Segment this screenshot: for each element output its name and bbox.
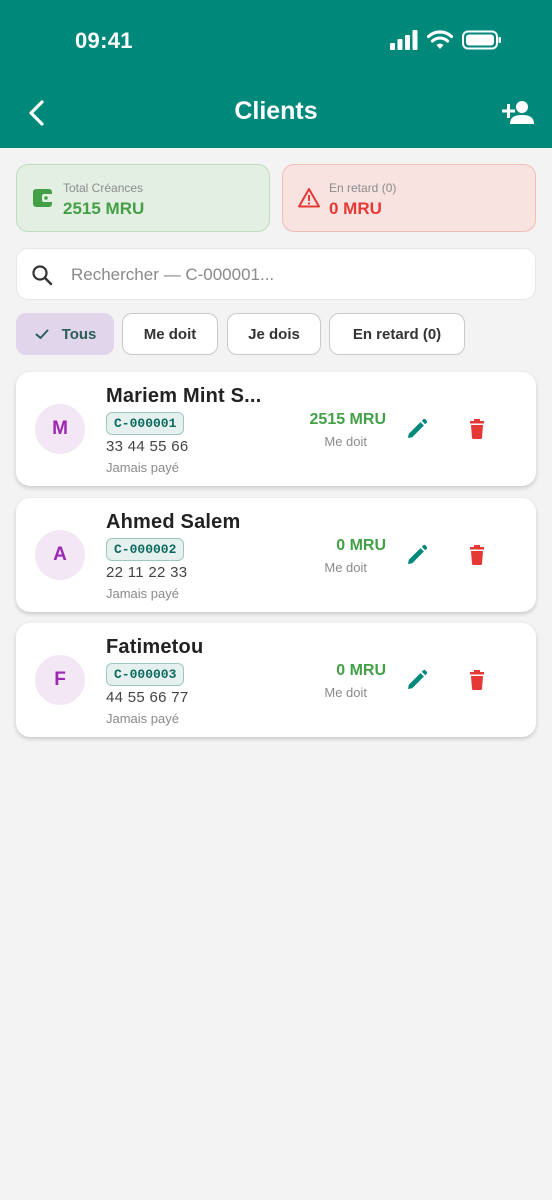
avatar: F [35, 655, 85, 705]
status-icons [390, 30, 502, 50]
avatar: A [35, 530, 85, 580]
search-bar[interactable] [16, 248, 536, 300]
delete-icon[interactable] [465, 668, 489, 692]
client-balance: 2515 MRU [309, 411, 386, 428]
delete-icon[interactable] [465, 417, 489, 441]
edit-icon[interactable] [405, 668, 429, 692]
client-code-badge: C-000001 [106, 412, 185, 435]
last-payment-text: Jamais payé [106, 711, 179, 726]
last-payment-text: Jamais payé [106, 460, 179, 475]
add-client-button[interactable] [498, 96, 538, 130]
client-balance: 0 MRU [336, 537, 386, 554]
client-code-badge: C-000003 [106, 663, 185, 686]
app-bar: 09:41 Clients [0, 0, 552, 148]
wallet-icon [33, 189, 53, 207]
filter-chip-label: Tous [61, 325, 97, 343]
filter-chip-label: Me doit [143, 325, 197, 343]
add-person-icon [502, 101, 534, 124]
filter-chip-label: Je dois [248, 325, 300, 343]
total-receivables-label: Total Créances [63, 181, 144, 195]
balance-direction: Me doit [324, 560, 367, 575]
client-card[interactable]: F Fatimetou C-000003 44 55 66 77 Jamais … [16, 623, 536, 737]
delete-icon[interactable] [465, 543, 489, 567]
total-receivables-value: 2515 MRU [63, 199, 145, 218]
overdue-card: En retard (0) 0 MRU [282, 164, 536, 232]
client-phone: 44 55 66 77 [106, 689, 189, 706]
overdue-label: En retard (0) [329, 181, 397, 195]
client-code-badge: C-000002 [106, 538, 185, 561]
status-time: 09:41 [75, 28, 133, 53]
page-title: Clients [234, 97, 318, 125]
client-phone: 22 11 22 33 [106, 564, 188, 581]
warning-icon [298, 188, 320, 208]
check-icon [35, 329, 49, 339]
balance-direction: Me doit [324, 685, 367, 700]
battery-icon [462, 30, 501, 50]
filter-chip-i-owe[interactable]: Je dois [227, 313, 321, 355]
client-balance: 0 MRU [336, 662, 386, 679]
filter-chip-all[interactable]: Tous [16, 313, 114, 355]
client-card[interactable]: A Ahmed Salem C-000002 22 11 22 33 Jamai… [16, 498, 536, 612]
signal-icon [390, 30, 418, 50]
filter-chip-overdue[interactable]: En retard (0) [329, 313, 465, 355]
edit-icon[interactable] [405, 543, 429, 567]
client-name: Mariem Mint S... [106, 385, 262, 407]
search-input[interactable] [71, 261, 511, 289]
filter-chip-label: En retard (0) [352, 325, 442, 343]
filter-chip-owes-me[interactable]: Me doit [122, 313, 218, 355]
client-name: Fatimetou [106, 636, 204, 658]
balance-direction: Me doit [324, 434, 367, 449]
avatar: M [35, 404, 85, 454]
edit-icon[interactable] [405, 417, 429, 441]
client-name: Ahmed Salem [106, 511, 241, 533]
overdue-value: 0 MRU [329, 199, 382, 218]
total-receivables-card: Total Créances 2515 MRU [16, 164, 270, 232]
last-payment-text: Jamais payé [106, 586, 179, 601]
client-card[interactable]: M Mariem Mint S... C-000001 33 44 55 66 … [16, 372, 536, 486]
client-phone: 33 44 55 66 [106, 438, 189, 455]
search-icon [32, 265, 53, 286]
wifi-icon [427, 30, 453, 49]
